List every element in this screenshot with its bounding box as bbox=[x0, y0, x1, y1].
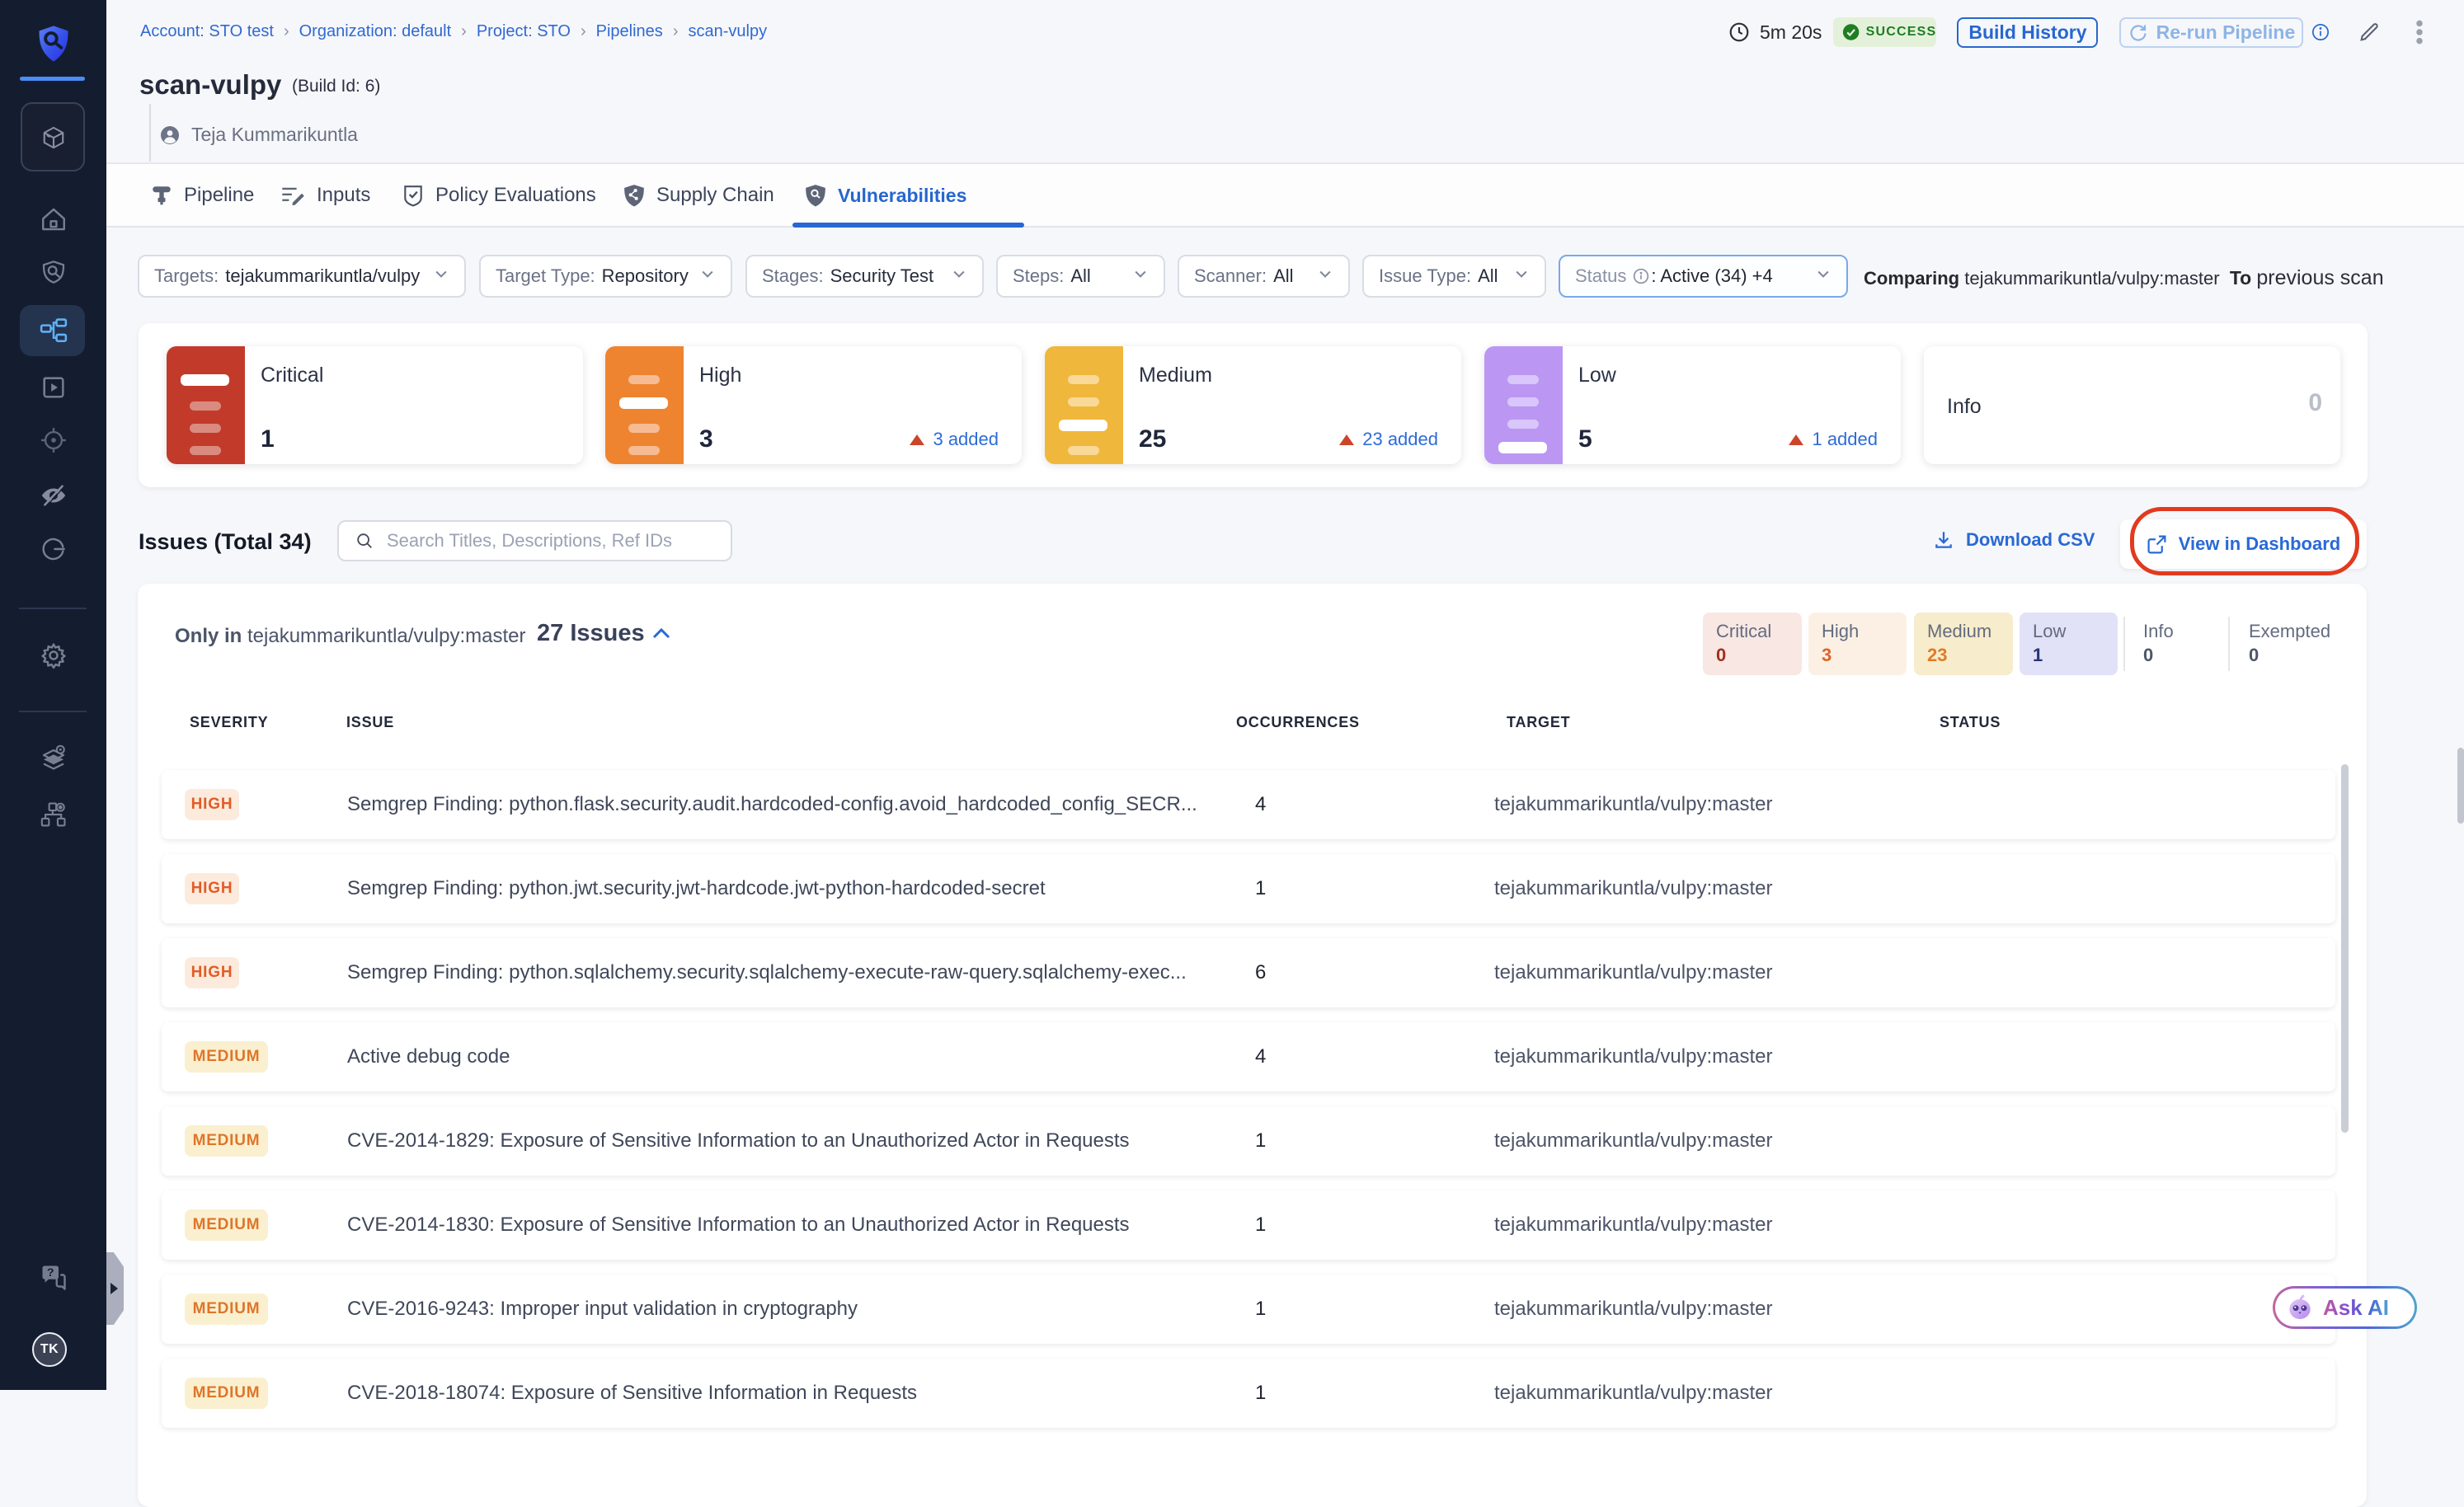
svg-text:?: ? bbox=[46, 1266, 54, 1279]
